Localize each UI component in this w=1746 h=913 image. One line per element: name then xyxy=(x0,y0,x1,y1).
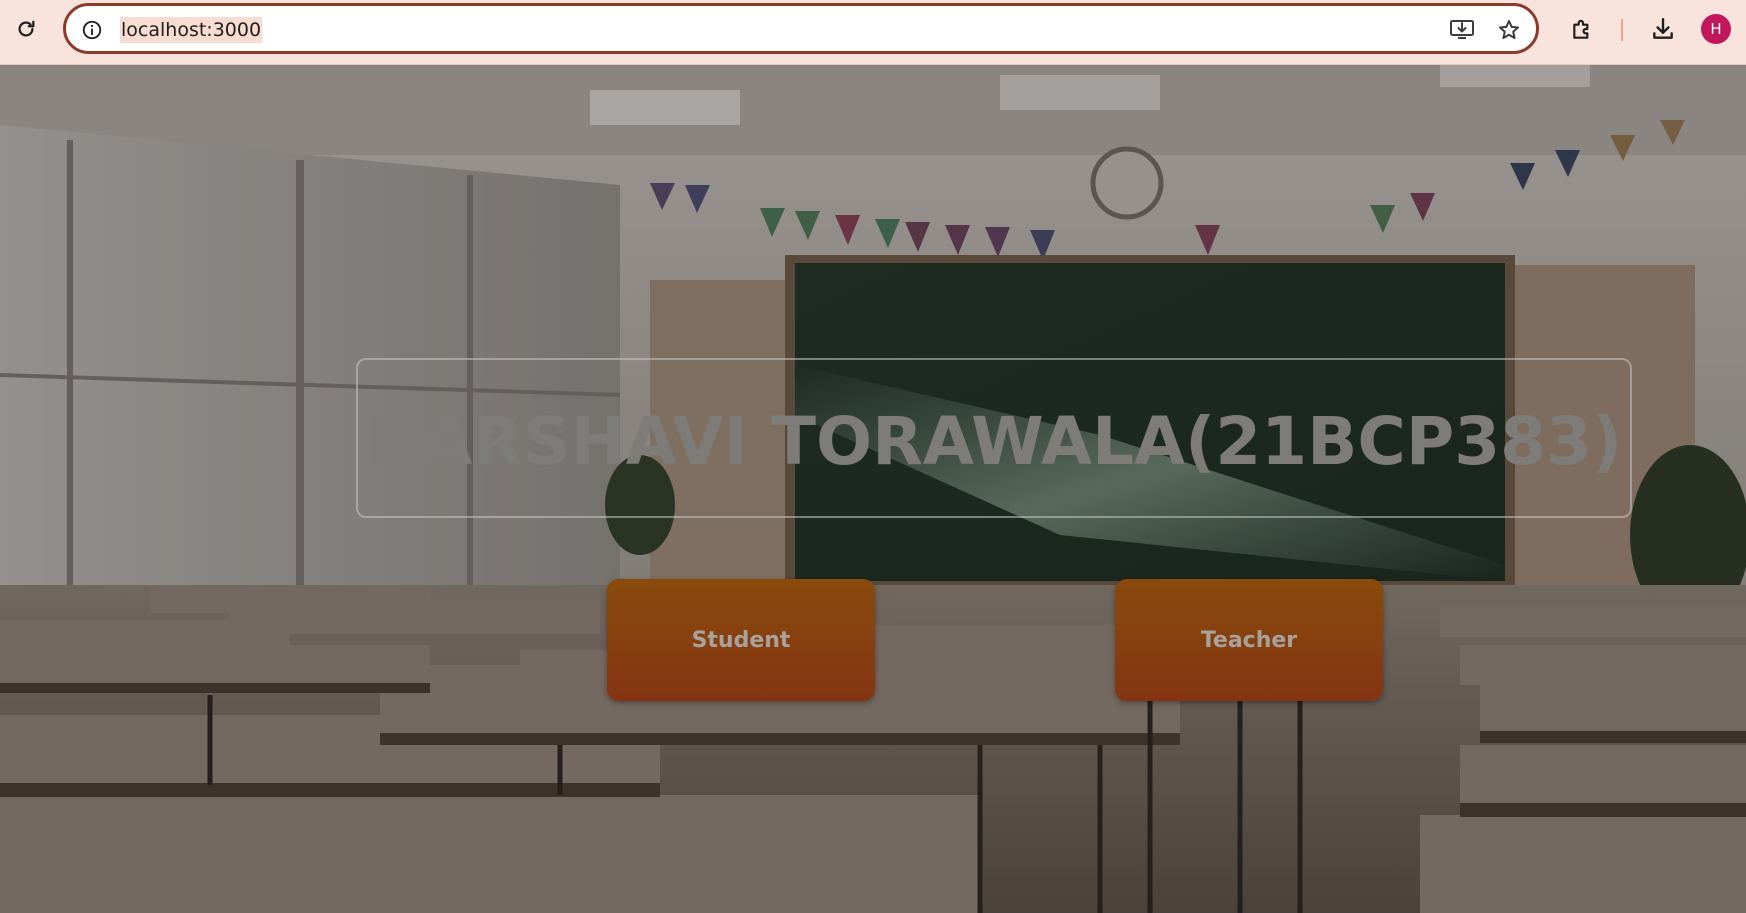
reload-button[interactable] xyxy=(10,13,42,45)
toolbar-separator xyxy=(1621,19,1623,41)
profile-avatar[interactable]: H xyxy=(1701,14,1731,44)
page-title: HARSHAVI TORAWALA(21BCP383) xyxy=(365,402,1623,480)
extensions-button[interactable] xyxy=(1566,12,1600,46)
page-viewport: HARSHAVI TORAWALA(21BCP383) Student Teac… xyxy=(0,65,1746,913)
puzzle-icon xyxy=(1573,19,1589,39)
download-icon xyxy=(1653,18,1673,39)
address-bar[interactable]: localhost:3000 xyxy=(63,3,1539,54)
site-info-button[interactable] xyxy=(77,15,107,45)
install-app-icon xyxy=(1450,20,1474,39)
teacher-button[interactable]: Teacher xyxy=(1115,579,1383,701)
title-box: HARSHAVI TORAWALA(21BCP383) xyxy=(356,358,1632,518)
url-text[interactable]: localhost:3000 xyxy=(120,17,263,43)
star-icon xyxy=(1499,20,1519,39)
browser-toolbar: localhost:3000 H xyxy=(0,0,1746,65)
reload-icon xyxy=(18,20,35,37)
downloads-button[interactable] xyxy=(1646,12,1680,46)
bookmark-button[interactable] xyxy=(1494,15,1524,45)
install-app-button[interactable] xyxy=(1447,15,1477,45)
info-icon xyxy=(82,20,102,40)
student-button[interactable]: Student xyxy=(607,579,875,701)
